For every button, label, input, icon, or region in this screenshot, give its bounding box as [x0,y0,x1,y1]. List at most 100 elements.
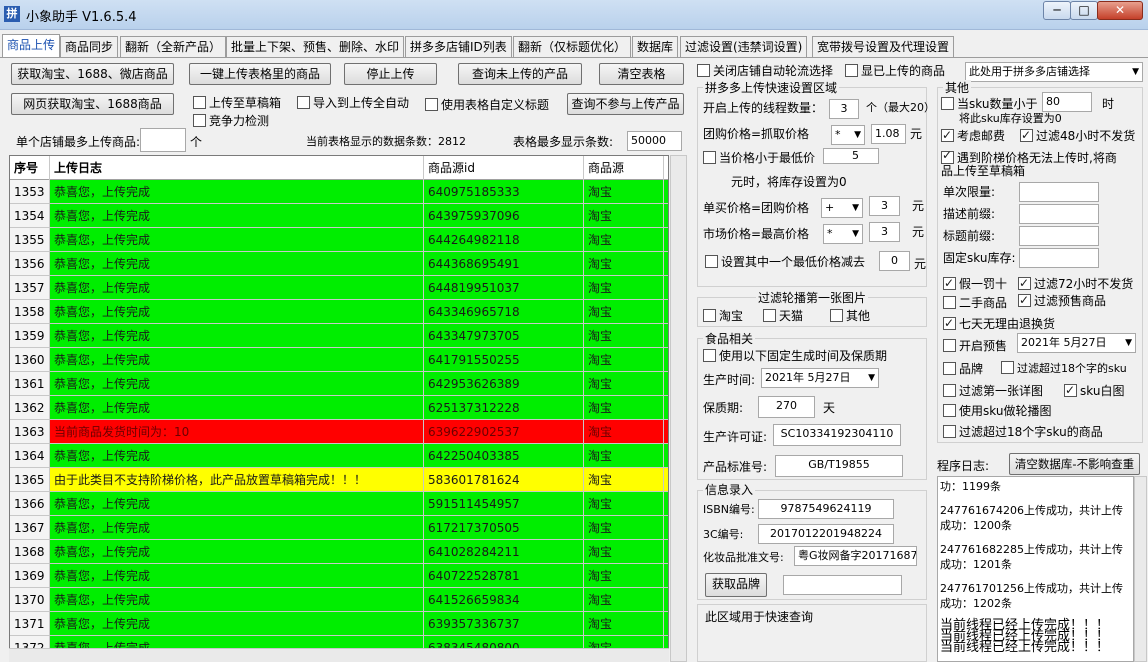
upload-log-table[interactable]: 序号 上传日志 商品源id 商品源 1353 恭喜您，上传完成 6409751853… [9,155,669,662]
table-row[interactable]: 1365 由于此类目不支持阶梯价格，此产品放置草稿箱完成！！！ 5836017816… [10,468,668,492]
stop-upload-button[interactable]: 停止上传 [344,63,437,85]
header-source[interactable]: 商品源 [584,156,664,180]
log-scrollbar[interactable] [1134,476,1147,662]
market-op-select[interactable]: * ▼ [823,224,863,244]
tab-sync[interactable]: 商品同步 [60,36,119,57]
checkbox-box[interactable] [941,97,954,110]
table-vertical-scrollbar[interactable] [670,155,687,662]
table-row[interactable]: 1370 恭喜您，上传完成 641526659834 淘宝 [10,588,668,612]
presale-date-picker[interactable]: 2021年 5月27日 ▼ [1017,333,1136,353]
filter-presale-checkbox[interactable]: 过滤预售商品 [1018,292,1106,309]
checkbox-box[interactable] [830,309,843,322]
checkbox-box[interactable] [703,309,716,322]
tab-broadband[interactable]: 宽带拨号设置及代理设置 [812,36,955,57]
desc-prefix-input[interactable] [1019,204,1099,224]
header-source-id[interactable]: 商品源id [424,156,584,180]
brand-checkbox[interactable]: 品牌 [943,361,983,377]
checkbox-box[interactable] [943,275,956,291]
open-presale-checkbox[interactable]: 开启预售 [943,338,1007,354]
cosmetic-input[interactable]: 粤G妆网备字20171687 [794,546,917,566]
checkbox-box[interactable] [943,425,956,438]
standard-input[interactable]: GB/T19855 [775,455,903,477]
table-row[interactable]: 1362 恭喜您，上传完成 625137312228 淘宝 [10,396,668,420]
header-log[interactable]: 上传日志 [50,156,424,180]
carousel-other-checkbox[interactable]: 其他 [830,308,870,324]
table-row[interactable]: 1356 恭喜您，上传完成 644368695491 淘宝 [10,252,668,276]
header-no[interactable]: 序号 [10,156,50,180]
ccc-input[interactable]: 2017012201948224 [758,524,894,544]
group-factor-input[interactable]: 1.08 [871,124,906,144]
query-unuploaded-button[interactable]: 查询未上传的产品 [458,63,582,85]
table-row[interactable]: 1357 恭喜您，上传完成 644819951037 淘宝 [10,276,668,300]
sku-less-checkbox[interactable]: 当sku数量小于 [941,96,1037,112]
checkbox-box[interactable] [943,404,956,417]
table-row[interactable]: 1368 恭喜您，上传完成 641028284211 淘宝 [10,540,668,564]
table-row[interactable]: 1367 恭喜您，上传完成 617217370505 淘宝 [10,516,668,540]
shop-select[interactable]: 此处用于拼多多店铺选择 ▼ [965,62,1143,82]
clear-database-button[interactable]: 清空数据库-不影响查重 [1009,453,1140,475]
single-value-input[interactable]: 3 [869,196,900,216]
group-op-select[interactable]: * ▼ [831,125,865,145]
checkbox-box[interactable] [1020,127,1033,143]
carousel-tmall-checkbox[interactable]: 天猫 [763,308,803,324]
checkbox-box[interactable] [297,96,310,109]
checkbox-box[interactable] [697,64,710,77]
seven-day-checkbox[interactable]: 七天无理由退换货 [943,315,1055,332]
table-row[interactable]: 1354 恭喜您，上传完成 643975937096 淘宝 [10,204,668,228]
threads-input[interactable]: 3 [829,99,859,119]
table-row[interactable]: 1355 恭喜您，上传完成 644264982118 淘宝 [10,228,668,252]
upload-table-button[interactable]: 一键上传表格里的商品 [189,63,331,85]
fixed-time-checkbox[interactable]: 使用以下固定生成时间及保质期 [703,348,887,364]
license-input[interactable]: SC10334192304110 [773,424,901,446]
min-price-checkbox[interactable]: 当价格小于最低价 [703,150,815,166]
filter-72h-checkbox[interactable]: 过滤72小时不发货 [1018,275,1133,292]
reduce-value-input[interactable]: 0 [879,251,910,271]
checkbox-box[interactable] [193,96,206,109]
max-upload-input[interactable] [140,128,186,152]
tab-upload[interactable]: 商品上传 [2,34,61,58]
prod-time-date-picker[interactable]: 2021年 5月27日 ▼ [761,368,879,388]
postage-checkbox[interactable]: 考虑邮费 [941,127,1005,144]
min-price-input[interactable]: 5 [823,148,879,164]
checkbox-box[interactable] [703,151,716,164]
checkbox-box[interactable] [705,255,718,268]
draft-checkbox[interactable]: 上传至草稿箱 [193,95,281,111]
custom-title-checkbox[interactable]: 使用表格自定义标题 [425,97,549,113]
checkbox-box[interactable] [941,149,954,164]
fetch-products-button[interactable]: 获取淘宝、1688、微店商品 [11,63,174,85]
checkbox-box[interactable] [845,64,858,77]
title-prefix-input[interactable] [1019,226,1099,246]
sku-less-input[interactable]: 80 [1042,92,1092,112]
show-uploaded-checkbox[interactable]: 显已上传的商品 [845,63,945,79]
fake-penalty-checkbox[interactable]: 假一罚十 [943,275,1007,292]
table-row[interactable]: 1361 恭喜您，上传完成 642953626389 淘宝 [10,372,668,396]
checkbox-box[interactable] [943,315,956,331]
query-excluded-button[interactable]: 查询不参与上传产品 [567,93,684,115]
sku-carousel-checkbox[interactable]: 使用sku做轮播图 [943,403,1051,419]
sku18-checkbox[interactable]: 过滤超过18个字的sku [1001,361,1127,377]
max-show-input[interactable]: 50000 [627,131,682,151]
table-row[interactable]: 1358 恭喜您，上传完成 643346965718 淘宝 [10,300,668,324]
filter-48h-checkbox[interactable]: 过滤48小时不发货 [1020,127,1135,144]
checkbox-box[interactable] [425,98,438,111]
close-rotate-checkbox[interactable]: 关闭店铺自动轮流选择 [697,63,833,79]
table-row[interactable]: 1364 恭喜您，上传完成 642250403385 淘宝 [10,444,668,468]
web-fetch-button[interactable]: 网页获取淘宝、1688商品 [11,93,174,115]
second-hand-checkbox[interactable]: 二手商品 [943,295,1007,311]
checkbox-box[interactable] [943,362,956,375]
table-row[interactable]: 1363 当前商品发货时间为：10 639622902537 淘宝 [10,420,668,444]
fixed-stock-input[interactable] [1019,248,1099,268]
sku18-product-checkbox[interactable]: 过滤超过18个字sku的商品 [943,424,1103,440]
shelf-input[interactable]: 270 [758,396,815,418]
program-log[interactable]: 功：1199条 247761674206上传成功，共计上传成功：1200条 2477… [937,476,1134,662]
limit-input[interactable] [1019,182,1099,202]
table-row[interactable]: 1359 恭喜您，上传完成 643347973705 淘宝 [10,324,668,348]
reduce-low-checkbox[interactable]: 设置其中一个最低价格减去 [705,254,865,270]
single-op-select[interactable]: + ▼ [821,198,863,218]
checkbox-box[interactable] [943,384,956,397]
tab-filter[interactable]: 过滤设置(违禁词设置) [680,36,808,57]
get-brand-button[interactable]: 获取品牌 [705,573,767,597]
table-horizontal-scrollbar[interactable] [9,648,669,662]
market-value-input[interactable]: 3 [869,222,900,242]
checkbox-box[interactable] [193,114,206,127]
